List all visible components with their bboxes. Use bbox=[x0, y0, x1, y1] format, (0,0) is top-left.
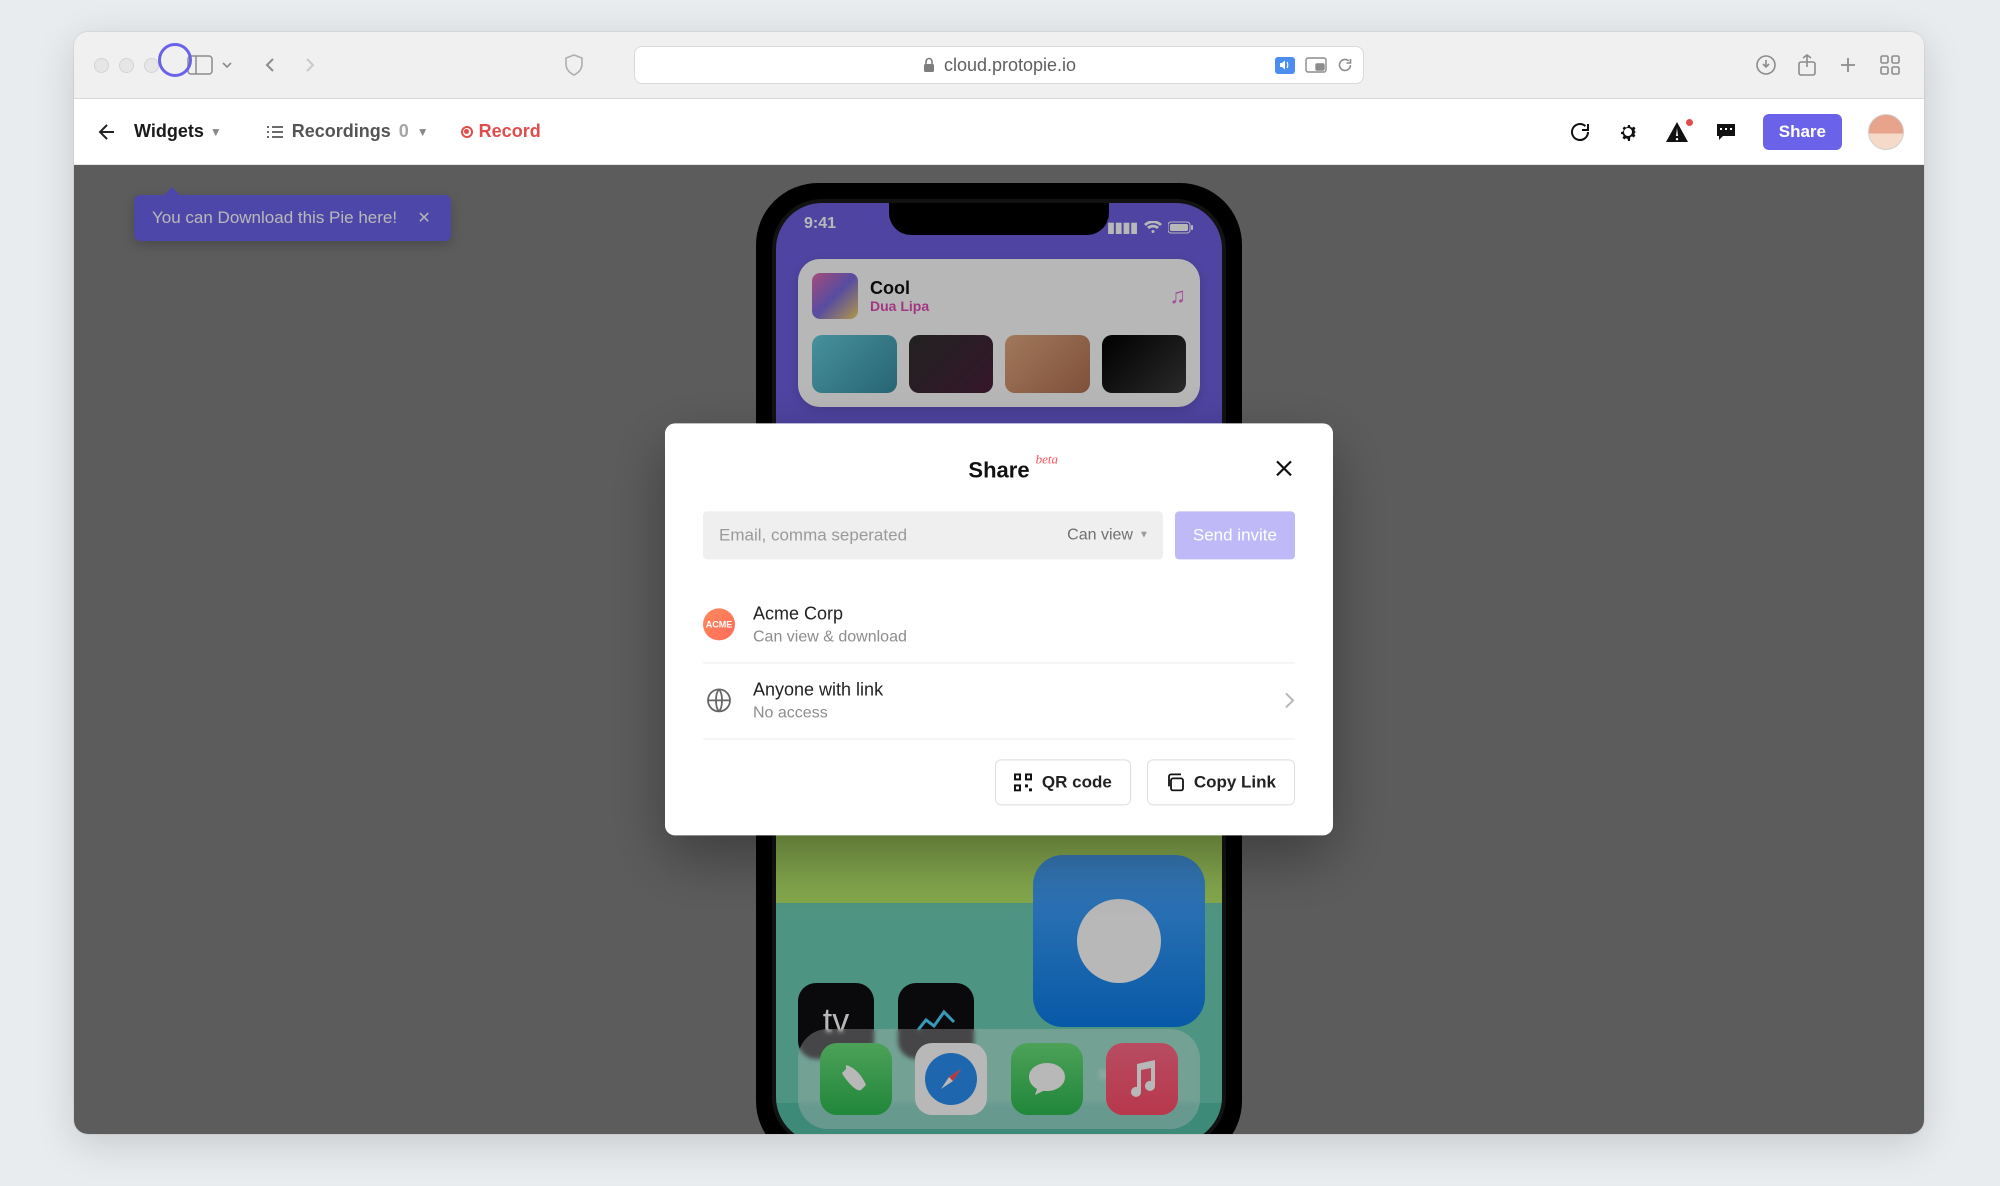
refresh-icon[interactable] bbox=[1569, 121, 1591, 143]
url-bar[interactable]: cloud.protopie.io bbox=[634, 46, 1364, 84]
qr-code-button[interactable]: QR code bbox=[995, 759, 1131, 805]
record-dot-icon bbox=[461, 126, 473, 138]
browser-toolbar: cloud.protopie.io bbox=[74, 32, 1924, 99]
org-avatar: ACME bbox=[703, 608, 735, 640]
chevron-down-icon: ▼ bbox=[1139, 529, 1149, 540]
chevron-right-icon bbox=[1283, 691, 1295, 709]
share-row-acme: ACME Acme Corp Can view & download bbox=[703, 587, 1295, 663]
invite-field[interactable]: Can view ▼ bbox=[703, 511, 1163, 559]
email-input[interactable] bbox=[717, 524, 1067, 546]
pie-title: Widgets bbox=[134, 121, 204, 142]
close-icon[interactable] bbox=[1273, 457, 1295, 479]
chevron-down-icon: ▼ bbox=[417, 125, 429, 139]
pip-icon[interactable] bbox=[1305, 57, 1327, 73]
share-row-title: Acme Corp bbox=[753, 603, 1295, 624]
tab-overview-icon[interactable] bbox=[1880, 54, 1900, 76]
traffic-close[interactable] bbox=[94, 58, 109, 73]
share-button[interactable]: Share bbox=[1763, 114, 1842, 150]
comment-icon[interactable] bbox=[1715, 121, 1737, 143]
lock-icon bbox=[922, 57, 936, 73]
share-row-title: Anyone with link bbox=[753, 679, 1265, 700]
notification-dot bbox=[1686, 119, 1693, 126]
recordings-count: 0 bbox=[399, 121, 409, 142]
share-row-subtitle: No access bbox=[753, 704, 1265, 722]
beta-badge: beta bbox=[1036, 451, 1058, 467]
traffic-zoom[interactable] bbox=[144, 58, 159, 73]
permission-select[interactable]: Can view ▼ bbox=[1067, 526, 1149, 544]
share-modal: Sharebeta Can view ▼ Send invite bbox=[665, 423, 1333, 835]
browser-forward-icon[interactable] bbox=[295, 57, 323, 73]
share-row-subtitle: Can view & download bbox=[753, 628, 1295, 646]
browser-back-icon[interactable] bbox=[257, 57, 285, 73]
app-back-icon[interactable] bbox=[94, 121, 116, 143]
list-icon bbox=[266, 125, 284, 139]
downloads-icon[interactable] bbox=[1756, 54, 1776, 76]
browser-window: cloud.protopie.io bbox=[74, 32, 1924, 1134]
share-row-public[interactable]: Anyone with link No access bbox=[703, 663, 1295, 739]
user-avatar[interactable] bbox=[1868, 114, 1904, 150]
traffic-minimize[interactable] bbox=[119, 58, 134, 73]
modal-title: Sharebeta bbox=[968, 457, 1029, 483]
url-text: cloud.protopie.io bbox=[944, 55, 1076, 76]
modal-footer: QR code Copy Link bbox=[703, 759, 1295, 805]
window-traffic-lights bbox=[94, 58, 159, 73]
recordings-group[interactable]: Recordings 0 ▼ bbox=[266, 121, 429, 142]
copy-icon bbox=[1166, 773, 1184, 791]
send-invite-button[interactable]: Send invite bbox=[1175, 511, 1295, 559]
reload-icon[interactable] bbox=[1337, 57, 1353, 73]
globe-icon bbox=[703, 684, 735, 716]
qr-icon bbox=[1014, 773, 1032, 791]
copy-link-button[interactable]: Copy Link bbox=[1147, 759, 1295, 805]
new-tab-icon[interactable] bbox=[1838, 54, 1858, 76]
chevron-down-icon[interactable] bbox=[221, 59, 233, 71]
warning-icon[interactable] bbox=[1665, 121, 1689, 143]
sidebar-toggle-icon[interactable] bbox=[187, 55, 213, 75]
gear-icon[interactable] bbox=[1617, 121, 1639, 143]
recordings-label: Recordings bbox=[292, 121, 391, 142]
chevron-down-icon: ▼ bbox=[210, 125, 222, 139]
record-label: Record bbox=[479, 121, 541, 142]
url-right-icons bbox=[1275, 57, 1353, 74]
share-sheet-icon[interactable] bbox=[1798, 54, 1816, 76]
app-right-icons: Share bbox=[1569, 114, 1904, 150]
app-toolbar: Widgets ▼ Recordings 0 ▼ Record Share bbox=[74, 99, 1924, 165]
shield-icon[interactable] bbox=[564, 54, 584, 76]
speaker-icon[interactable] bbox=[1275, 57, 1295, 74]
record-button[interactable]: Record bbox=[461, 121, 541, 142]
preview-canvas: You can Download this Pie here! ✕ 9:41 ▮… bbox=[74, 165, 1924, 1134]
invite-row: Can view ▼ Send invite bbox=[703, 511, 1295, 559]
pie-title-group[interactable]: Widgets ▼ bbox=[134, 121, 222, 142]
browser-right-icons bbox=[1756, 54, 1910, 76]
